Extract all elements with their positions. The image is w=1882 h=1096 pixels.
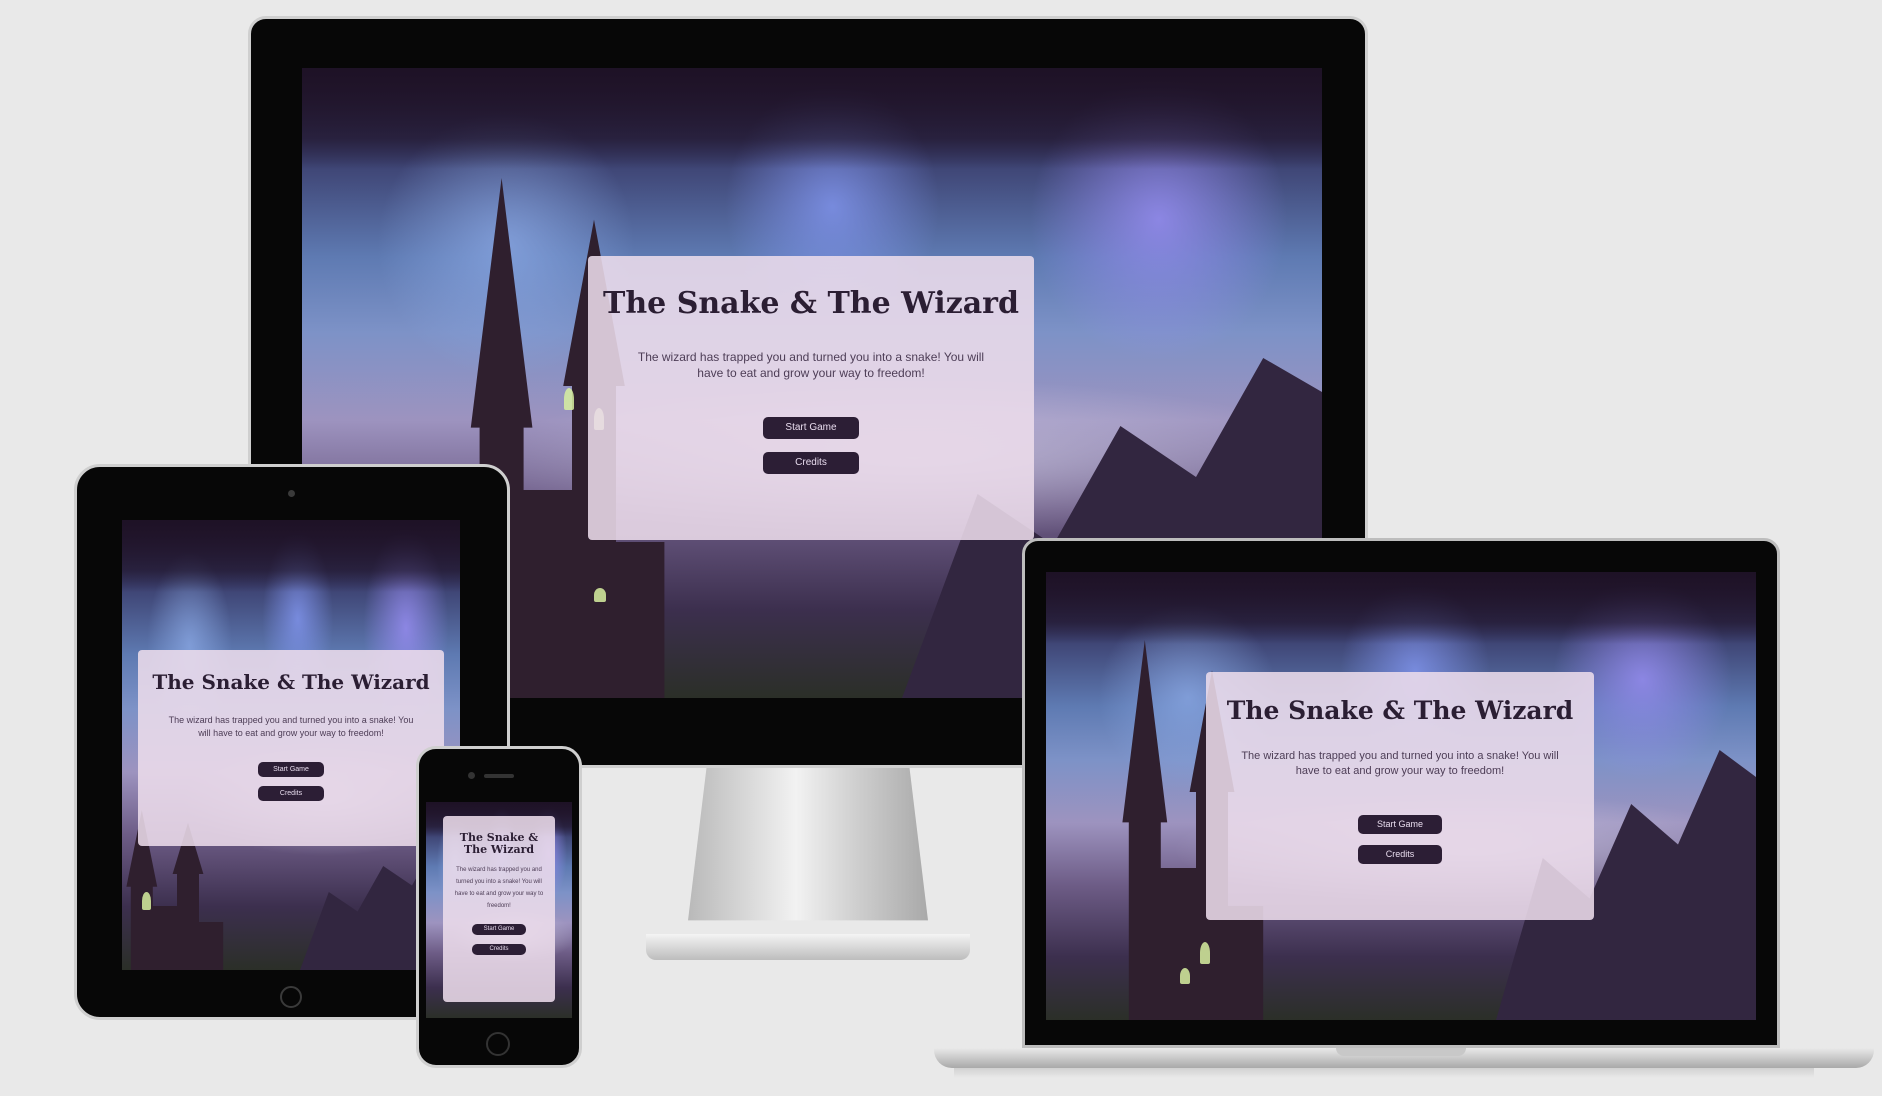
castle-window [1200, 942, 1210, 964]
credits-button[interactable]: Credits [258, 786, 324, 801]
tablet-screen: The Snake & The Wizard The wizard has tr… [122, 520, 460, 970]
game-description: The wizard has trapped you and turned yo… [168, 715, 414, 738]
start-game-button[interactable]: Start Game [472, 924, 526, 935]
phone-home-button [486, 1032, 510, 1056]
monitor-base [646, 934, 970, 960]
tablet-home-button [280, 986, 302, 1008]
phone-camera [468, 772, 475, 779]
game-description: The wizard has trapped you and turned yo… [637, 350, 985, 380]
intro-panel: The Snake & The Wizard The wizard has tr… [138, 650, 444, 846]
intro-panel: The Snake & The Wizard The wizard has tr… [588, 256, 1034, 540]
start-game-button[interactable]: Start Game [763, 417, 859, 439]
tablet-camera [288, 490, 295, 497]
monitor-stand [688, 762, 928, 921]
game-title: The Snake & The Wizard [603, 286, 1019, 321]
game-title: The Snake & The Wizard [152, 670, 430, 694]
intro-panel: The Snake & The Wizard The wizard has tr… [443, 816, 555, 1002]
castle-window [594, 588, 606, 602]
phone: The Snake & The Wizard The wizard has tr… [416, 746, 582, 1070]
laptop-screen: The Snake & The Wizard The wizard has tr… [1046, 572, 1756, 1020]
laptop-notch [1336, 1048, 1466, 1056]
castle-window [1180, 968, 1190, 984]
castle-window [142, 892, 151, 910]
game-description: The wizard has trapped you and turned yo… [1241, 750, 1559, 777]
intro-panel: The Snake & The Wizard The wizard has tr… [1206, 672, 1594, 920]
castle-window [564, 388, 574, 410]
start-game-button[interactable]: Start Game [258, 762, 324, 777]
start-game-button[interactable]: Start Game [1358, 815, 1442, 834]
credits-button[interactable]: Credits [763, 452, 859, 474]
game-title: The Snake & The Wizard [459, 831, 539, 856]
phone-speaker [484, 774, 514, 778]
game-description: The wizard has trapped you and turned yo… [454, 867, 544, 909]
game-title: The Snake & The Wizard [1226, 696, 1574, 725]
phone-screen: The Snake & The Wizard The wizard has tr… [426, 802, 572, 1018]
laptop: The Snake & The Wizard The wizard has tr… [934, 538, 1874, 1080]
credits-button[interactable]: Credits [472, 944, 526, 955]
credits-button[interactable]: Credits [1358, 845, 1442, 864]
